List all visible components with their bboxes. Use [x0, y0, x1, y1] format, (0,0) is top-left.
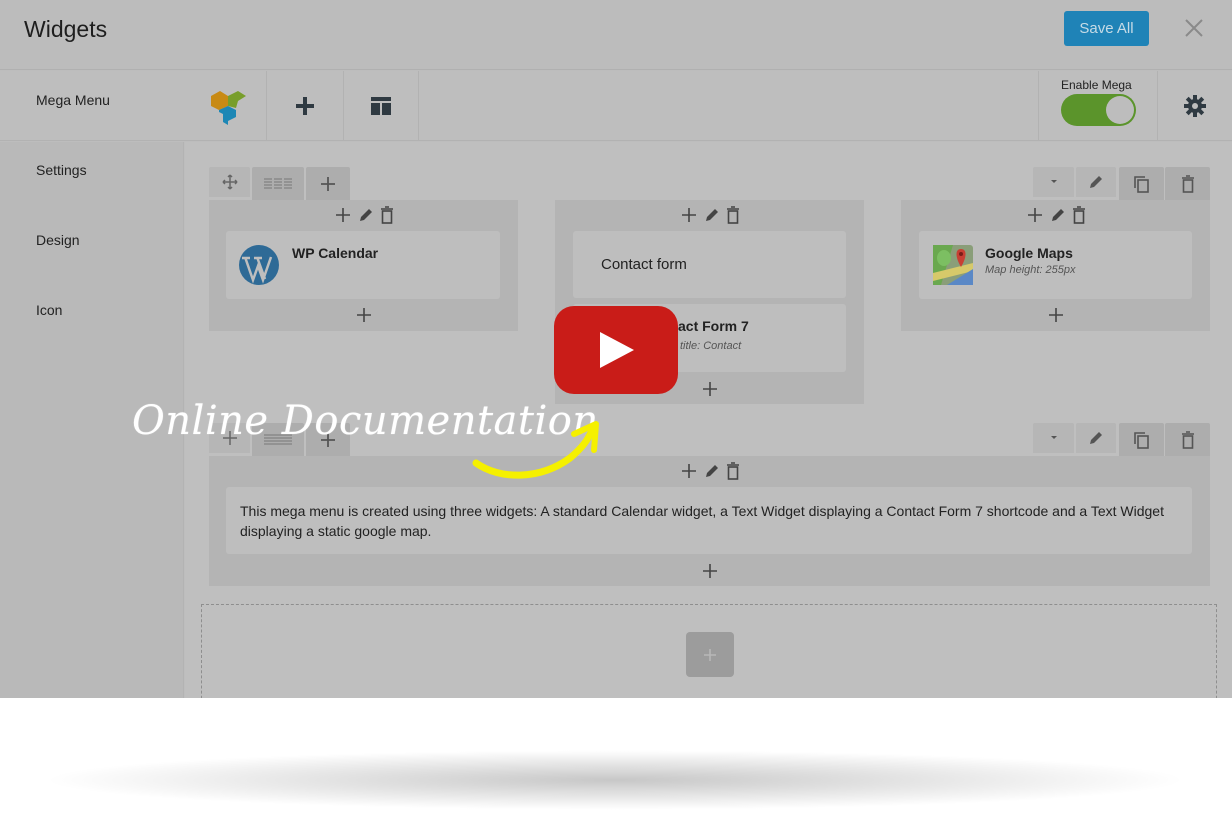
- row-collapse-button[interactable]: [1033, 423, 1074, 453]
- add-row-button[interactable]: [686, 632, 734, 677]
- widget-title: act Form 7: [678, 318, 749, 334]
- trash-icon[interactable]: [1072, 206, 1086, 224]
- widget-title: WP Calendar: [292, 245, 379, 261]
- caret-down-icon: [1050, 180, 1057, 183]
- widget-subtitle: title: Contact: [680, 340, 742, 352]
- plus-icon[interactable]: [1026, 206, 1044, 224]
- plus-icon[interactable]: [334, 206, 352, 224]
- row-copy-button[interactable]: [1119, 167, 1164, 200]
- modal-header: Widgets Save All: [0, 0, 1232, 70]
- plus-icon: [356, 308, 371, 322]
- widget-title: Google Maps: [985, 245, 1073, 261]
- sidebar-item-design[interactable]: Design: [36, 232, 80, 248]
- row-copy-button[interactable]: [1119, 423, 1164, 456]
- add-button[interactable]: [266, 71, 343, 141]
- column-add-widget[interactable]: [209, 562, 1210, 580]
- column-add-widget[interactable]: [209, 306, 518, 324]
- plus-icon[interactable]: [680, 206, 698, 224]
- plus-icon: [704, 648, 716, 661]
- column-1: WP Calendar: [209, 200, 518, 331]
- copy-icon: [1133, 175, 1149, 193]
- pencil-icon[interactable]: [1050, 206, 1066, 224]
- enable-mega-label: Enable Mega: [1061, 78, 1132, 92]
- caret-down-icon: [1050, 436, 1057, 439]
- gear-icon: [1184, 95, 1206, 117]
- stage: Widgets Save All Mega Menu Enable Mega S…: [0, 0, 1232, 828]
- widget-wp-calendar[interactable]: WP Calendar: [226, 231, 500, 299]
- pencil-icon: [1090, 176, 1102, 188]
- row-collapse-button[interactable]: [1033, 167, 1074, 197]
- modal-drop-shadow: [40, 750, 1190, 810]
- sidebar-item-settings[interactable]: Settings: [36, 162, 87, 178]
- trash-icon: [1181, 174, 1194, 193]
- plus-icon: [702, 564, 717, 578]
- page-title: Widgets: [24, 16, 108, 42]
- trash-icon[interactable]: [380, 206, 394, 224]
- enable-mega-toggle[interactable]: [1061, 94, 1136, 126]
- widget-google-maps[interactable]: Google Maps Map height: 255px: [919, 231, 1192, 299]
- row-edit-button[interactable]: [1076, 423, 1116, 453]
- youtube-play-icon[interactable]: [554, 306, 678, 394]
- copy-icon: [1133, 431, 1149, 449]
- row-edit-button[interactable]: [1076, 167, 1116, 197]
- column-tools: [209, 206, 518, 224]
- toggle-knob: [1106, 96, 1134, 124]
- move-icon: [221, 174, 238, 190]
- plus-icon: [1048, 308, 1063, 322]
- widget-description: This mega menu is created using three wi…: [240, 503, 1164, 539]
- row-add-column-button[interactable]: [306, 167, 350, 200]
- plus-icon: [702, 382, 717, 396]
- widget-contact-form[interactable]: Contact form: [573, 231, 846, 298]
- page-builder-logo-icon: [211, 91, 246, 125]
- column-3: Google Maps Map height: 255px: [901, 200, 1210, 331]
- trash-icon: [1181, 430, 1194, 449]
- trash-icon[interactable]: [726, 206, 740, 224]
- wordpress-icon: [239, 245, 279, 285]
- enable-mega-cell: Enable Mega: [1038, 71, 1158, 141]
- widget-subtitle: Map height: 255px: [985, 264, 1076, 276]
- row-columns-button[interactable]: [252, 167, 304, 200]
- close-button[interactable]: [1180, 14, 1208, 42]
- row-delete-button[interactable]: [1165, 423, 1210, 456]
- widget-title: Contact form: [601, 256, 687, 273]
- tab-mega-menu[interactable]: Mega Menu: [36, 92, 110, 108]
- arrow-icon: [472, 421, 599, 479]
- columns-icon: [264, 177, 292, 189]
- column-add-widget[interactable]: [901, 306, 1210, 324]
- save-all-button[interactable]: Save All: [1064, 11, 1149, 46]
- column-tools: [901, 206, 1210, 224]
- google-maps-icon: [933, 245, 973, 285]
- pencil-icon: [1090, 432, 1102, 444]
- column-full: This mega menu is created using three wi…: [209, 456, 1210, 586]
- mega-menu-toolbar: Mega Menu Enable Mega: [0, 71, 1232, 141]
- close-icon: [1185, 19, 1203, 37]
- plus-icon: [296, 97, 314, 115]
- widgets-modal: Widgets Save All Mega Menu Enable Mega S…: [0, 0, 1232, 698]
- pencil-icon[interactable]: [358, 206, 374, 224]
- plus-icon: [321, 176, 335, 191]
- pencil-icon[interactable]: [704, 206, 720, 224]
- row-delete-button[interactable]: [1165, 167, 1210, 200]
- page-builder-button[interactable]: [190, 71, 266, 141]
- sidebar-item-icon[interactable]: Icon: [36, 302, 62, 318]
- widget-text-description[interactable]: This mega menu is created using three wi…: [226, 487, 1192, 554]
- add-row-dropzone: [201, 604, 1217, 698]
- column-tools: [209, 462, 1210, 480]
- trash-icon[interactable]: [726, 462, 740, 480]
- layout-icon: [371, 97, 391, 115]
- layout-button[interactable]: [343, 71, 419, 141]
- row-move-handle[interactable]: [209, 167, 250, 197]
- plus-icon[interactable]: [680, 462, 698, 480]
- settings-button[interactable]: [1158, 71, 1232, 141]
- column-tools: [555, 206, 864, 224]
- pencil-icon[interactable]: [704, 462, 720, 480]
